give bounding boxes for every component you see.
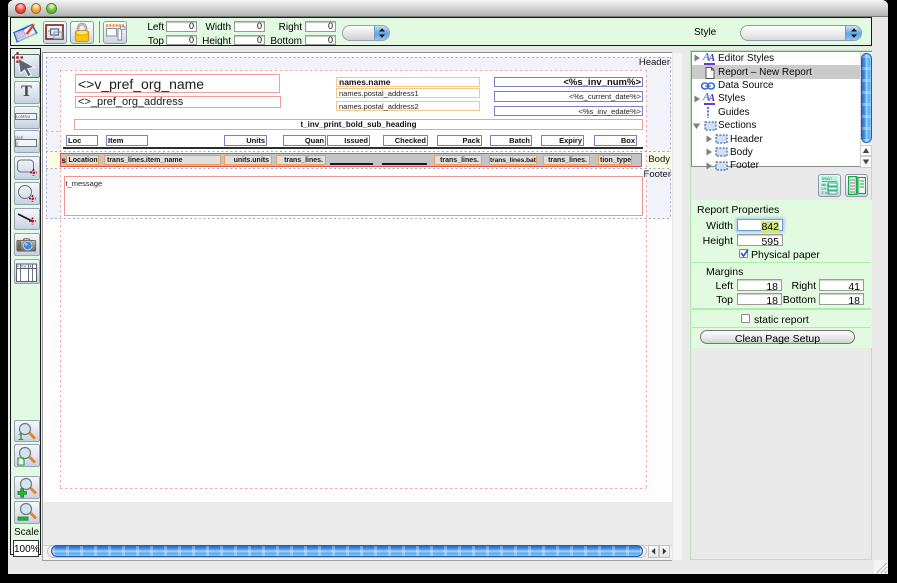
svg-text:Iba: Iba <box>21 265 26 269</box>
svg-text:1: 1 <box>18 432 24 442</box>
svg-text:Main: Main <box>822 176 832 181</box>
svg-text:E.b.h: E.b.h <box>822 191 830 195</box>
